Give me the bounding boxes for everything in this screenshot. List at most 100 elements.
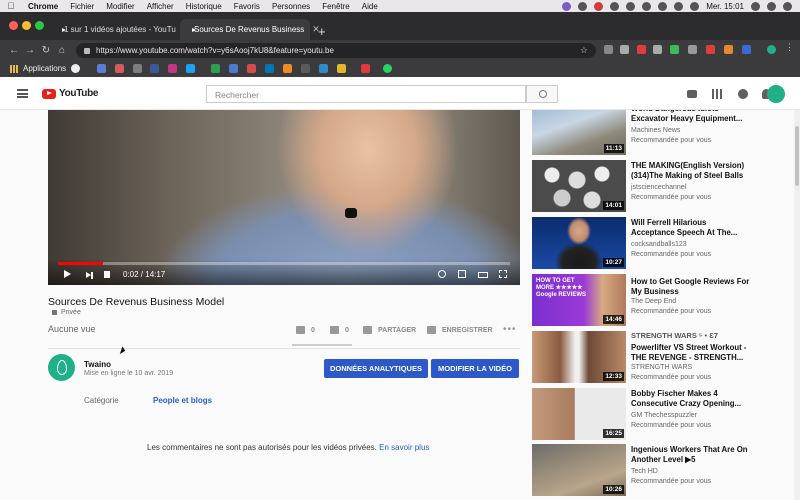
extension-icon[interactable] [706,45,715,54]
video-player[interactable]: 0:02 / 14:17 [48,110,520,285]
zoom-window-button[interactable] [35,21,44,30]
flag-icon[interactable] [690,1,700,11]
menu-bookmarks[interactable]: Favoris [228,2,266,11]
tray-app-icon[interactable] [562,1,572,11]
recommended-video[interactable]: 10:26 Ingenious Workers That Are On Anot… [532,444,794,496]
menu-edit[interactable]: Modifier [100,2,140,11]
whatsapp-bookmark-icon[interactable] [383,64,392,73]
menu-window[interactable]: Fenêtre [316,2,356,11]
menu-help[interactable]: Aide [356,2,384,11]
bookmark-icon[interactable] [211,64,220,73]
miniplayer-icon[interactable] [458,270,466,278]
like-button[interactable]: 0 [296,326,315,334]
dislike-button[interactable]: 0 [330,326,349,334]
recommended-video[interactable]: HOW TO GET MORE ★★★★★ Google REVIEWS 14:… [532,274,794,326]
extension-icon[interactable] [670,45,679,54]
video-thumbnail[interactable]: 10:26 [532,444,626,496]
extension-icon[interactable] [724,45,733,54]
bookmark-icon[interactable] [337,64,346,73]
home-icon[interactable]: ⌂ [54,45,70,56]
apps-grid-icon[interactable] [712,89,722,99]
progress-bar[interactable] [58,262,510,265]
spotlight-icon[interactable] [751,1,760,11]
fullscreen-icon[interactable] [499,270,507,278]
theater-mode-icon[interactable] [478,272,488,278]
bookmark-icon[interactable] [133,64,142,73]
youtube-logo[interactable]: YouTube [42,88,99,99]
bookmark-icon[interactable] [115,64,124,73]
volume-icon[interactable] [104,271,110,278]
account-avatar[interactable] [767,85,785,103]
reload-icon[interactable]: ↻ [38,45,54,56]
bookmark-icon[interactable] [247,64,256,73]
notification-center-icon[interactable] [783,1,792,11]
page-scrollbar[interactable] [794,110,800,500]
extension-icon[interactable] [688,45,697,54]
instagram-bookmark-icon[interactable] [168,64,177,73]
tray-record-icon[interactable] [594,1,604,11]
minimize-window-button[interactable] [22,21,31,30]
bookmark-icon[interactable] [361,64,370,73]
menu-history[interactable]: Historique [180,2,228,11]
url-bar[interactable]: https://www.youtube.com/watch?v=y6sAooj7… [76,43,596,58]
wifi-icon[interactable] [658,1,668,11]
channel-name[interactable]: Twaino [84,360,111,369]
video-thumbnail[interactable]: 11:13 [532,110,626,155]
twitter-bookmark-icon[interactable] [186,64,195,73]
save-button[interactable]: ENREGISTRER [427,326,493,334]
video-thumbnail[interactable]: 12:33 [532,331,626,383]
google-bookmark-icon[interactable] [71,64,80,73]
share-button[interactable]: PARTAGER [363,326,416,334]
extension-icon[interactable] [604,45,613,54]
more-actions-icon[interactable]: ••• [503,324,517,335]
facebook-bookmark-icon[interactable] [150,64,159,73]
menu-view[interactable]: Afficher [141,2,180,11]
new-tab-button[interactable]: + [318,24,326,39]
menu-people[interactable]: Personnes [266,2,316,11]
profile-avatar-icon[interactable] [767,45,776,54]
extension-icon[interactable] [742,45,751,54]
play-icon[interactable] [64,270,71,278]
recommended-video[interactable]: 16:25 Bobby Fischer Makes 4 Consecutive … [532,388,794,440]
pinterest-extension-icon[interactable] [637,45,646,54]
trello-bookmark-icon[interactable] [319,64,328,73]
menubar-clock[interactable]: Mer. 15:01 [706,2,744,11]
extension-icon[interactable] [653,45,662,54]
video-thumbnail[interactable]: 16:25 [532,388,626,440]
recommended-video[interactable]: 10:27 Will Ferrell Hilarious Acceptance … [532,217,794,269]
settings-gear-icon[interactable] [438,270,446,278]
back-icon[interactable]: ← [6,45,22,56]
battery-icon[interactable] [674,1,684,11]
forward-icon[interactable]: → [22,45,38,56]
tray-cloud-icon[interactable] [626,1,636,11]
bookmark-icon[interactable] [283,64,292,73]
chrome-menu-icon[interactable]: ⋮ [785,42,794,52]
menu-file[interactable]: Fichier [64,2,100,11]
close-window-button[interactable] [9,21,18,30]
video-thumbnail[interactable]: 10:27 [532,217,626,269]
edit-video-button[interactable]: MODIFIER LA VIDÉO [431,359,519,378]
tray-upload-icon[interactable] [610,1,620,11]
tray-sync-icon[interactable] [578,1,588,11]
extension-icon[interactable] [620,45,629,54]
bookmark-apps[interactable]: Applications [0,64,66,73]
bookmark-star-icon[interactable]: ☆ [580,45,588,56]
create-video-icon[interactable] [687,90,697,98]
channel-avatar[interactable] [48,354,75,381]
apple-icon[interactable]:  [0,1,22,11]
scrollbar-thumb[interactable] [795,126,799,186]
next-icon[interactable] [86,271,93,279]
category-link[interactable]: People et blogs [153,396,212,405]
search-button[interactable] [526,85,558,103]
recommended-video[interactable]: 11:13 World Dangerous Idiots Excavator H… [532,110,794,155]
analytics-button[interactable]: DONNÉES ANALYTIQUES [324,359,428,378]
bookmark-icon[interactable] [229,64,238,73]
tab-video[interactable]: Sources De Revenus Business ✕ [180,19,320,40]
recommended-video[interactable]: 14:01 THE MAKING(English Version) (314)T… [532,160,794,212]
search-input[interactable]: Rechercher [206,85,526,103]
learn-more-link[interactable]: En savoir plus [379,443,429,452]
bookmark-icon[interactable] [301,64,310,73]
linkedin-bookmark-icon[interactable] [265,64,274,73]
tab-upload[interactable]: 1 sur 1 vidéos ajoutées - YouTu [50,19,178,40]
siri-icon[interactable] [767,1,776,11]
